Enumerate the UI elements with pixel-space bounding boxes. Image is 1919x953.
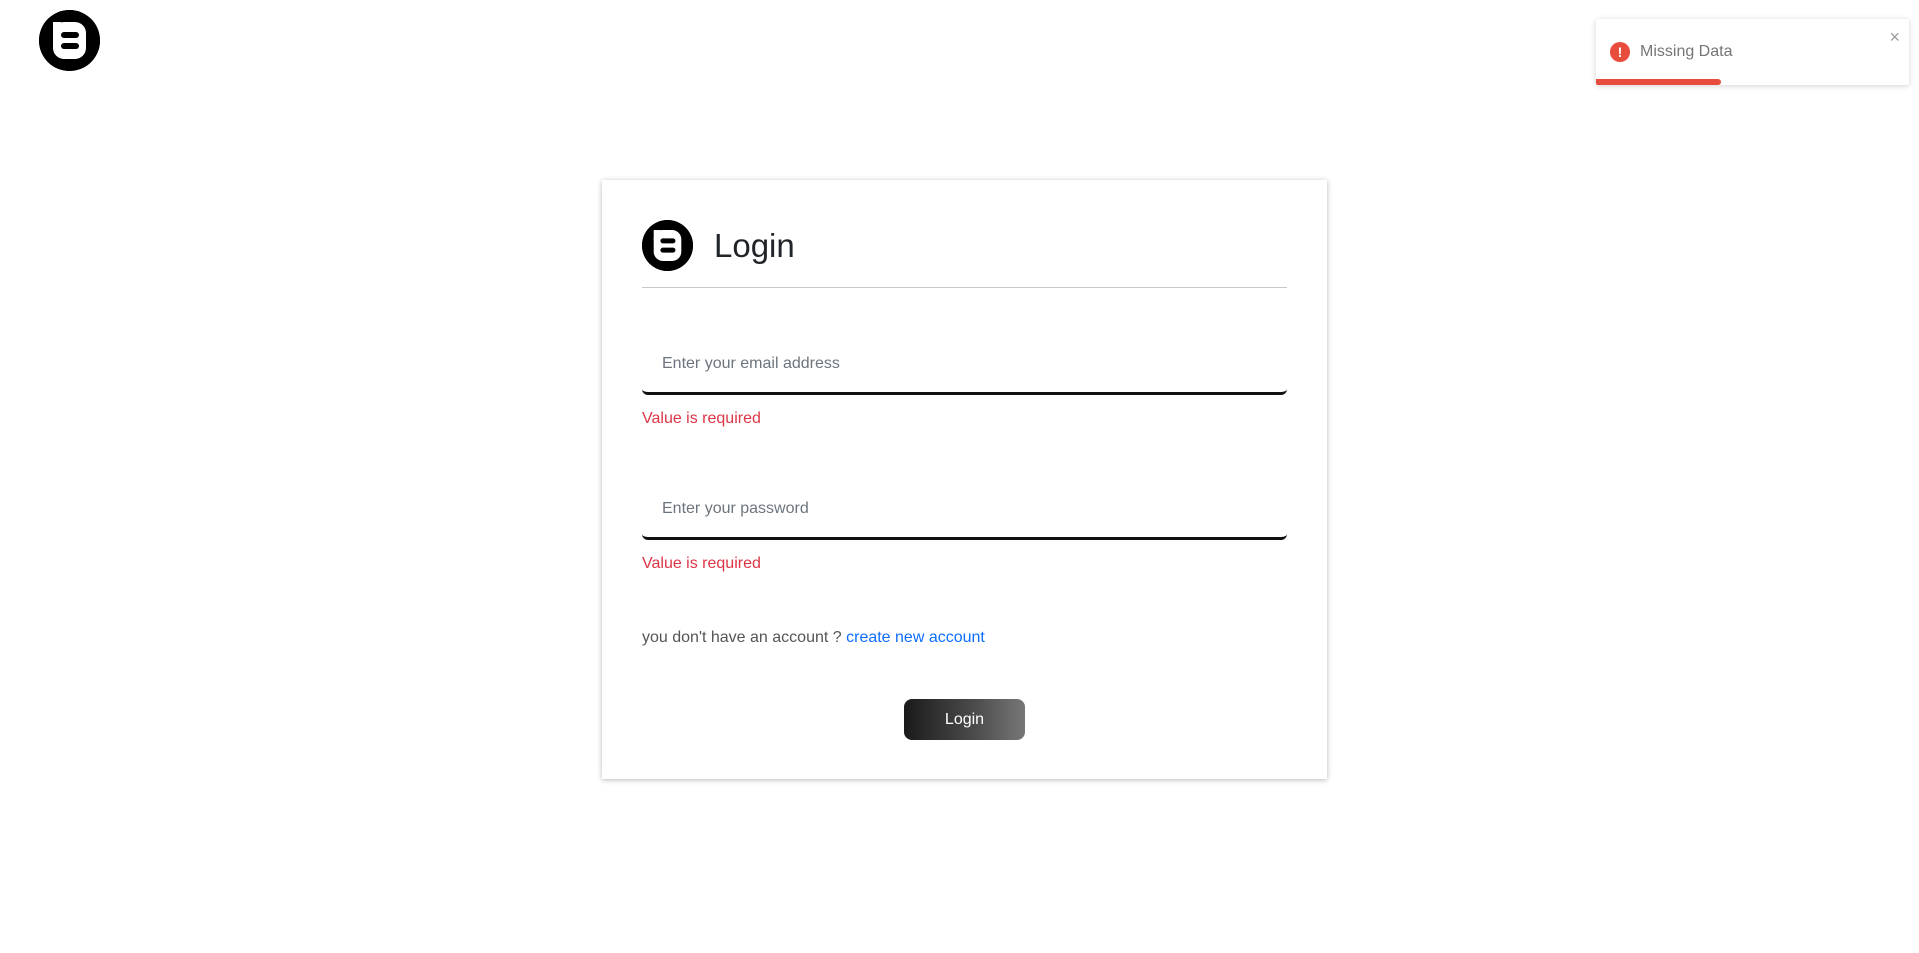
password-error: Value is required (642, 555, 761, 572)
login-button[interactable]: Login (904, 699, 1025, 740)
error-toast: ! Missing Data × (1596, 19, 1909, 85)
toast-progress-track (1596, 79, 1909, 85)
header-divider (642, 287, 1287, 288)
password-field[interactable] (642, 480, 1287, 540)
page-title: Login (714, 226, 795, 264)
email-error: Value is required (642, 410, 761, 427)
email-input[interactable] (642, 335, 1287, 392)
account-prompt: you don't have an account ? create new a… (642, 629, 985, 647)
password-input[interactable] (642, 480, 1287, 537)
email-field[interactable] (642, 335, 1287, 395)
blogger-b-icon (642, 220, 693, 271)
account-prompt-text: you don't have an account ? (642, 629, 842, 646)
exclamation-icon: ! (1610, 42, 1630, 62)
toast-progress-bar (1596, 79, 1722, 85)
card-header: Login (642, 220, 1287, 271)
brand-logo[interactable] (39, 10, 100, 71)
toast-message: Missing Data (1640, 43, 1733, 60)
blogger-b-icon (39, 10, 100, 71)
create-account-link[interactable]: create new account (846, 629, 985, 646)
card-logo (642, 220, 693, 271)
close-icon[interactable]: × (1889, 28, 1900, 46)
